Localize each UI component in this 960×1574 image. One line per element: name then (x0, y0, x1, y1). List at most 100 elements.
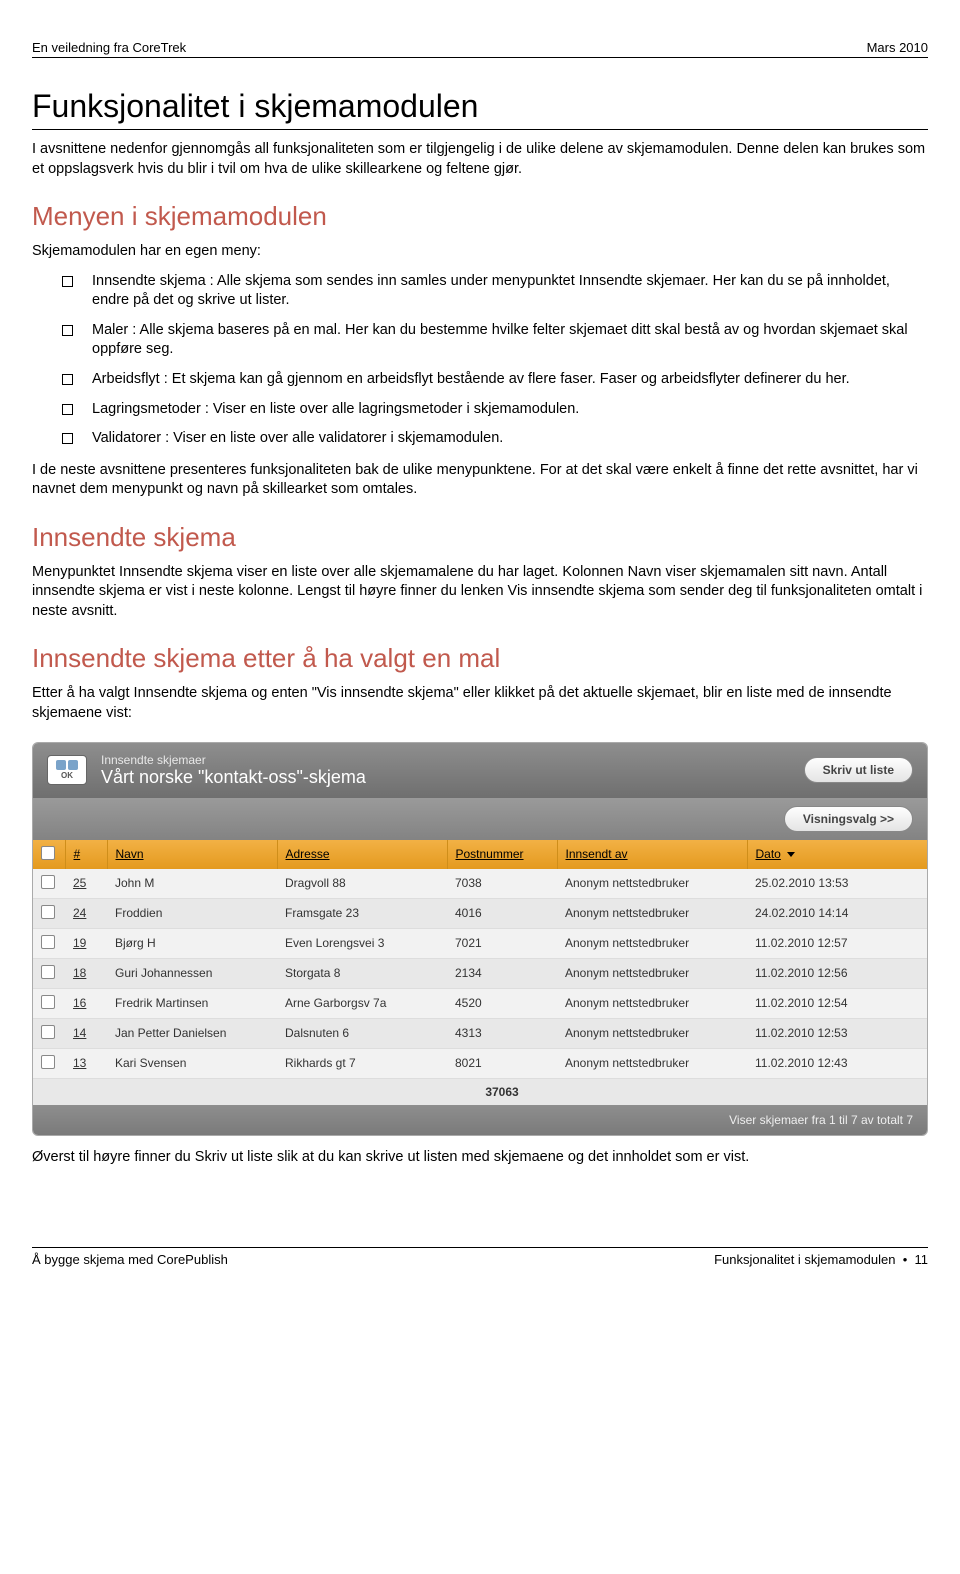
row-date: 24.02.2010 14:14 (747, 898, 927, 928)
menu-bullets: Innsendte skjema : Alle skjema som sende… (32, 272, 928, 449)
panel-body: # Navn Adresse Postnummer Innsendt av Da… (33, 840, 927, 1105)
innsendte-paragraph: Menypunktet Innsendte skjema viser en li… (32, 563, 928, 622)
closing-paragraph: Øverst til høyre finner du Skriv ut list… (32, 1148, 928, 1168)
checkbox-icon[interactable] (41, 846, 55, 860)
table-head-row: # Navn Adresse Postnummer Innsendt av Da… (33, 840, 927, 869)
row-sentby: Anonym nettstedbruker (557, 898, 747, 928)
bullet-item: Innsendte skjema : Alle skjema som sende… (62, 272, 928, 311)
row-date: 25.02.2010 13:53 (747, 869, 927, 899)
row-address: Framsgate 23 (277, 898, 447, 928)
row-num-link[interactable]: 14 (73, 1026, 86, 1040)
row-checkbox[interactable] (41, 1025, 55, 1039)
row-name: Fredrik Martinsen (107, 988, 277, 1018)
header-right: Mars 2010 (867, 40, 928, 55)
panel-footer-status: Viser skjemaer fra 1 til 7 av totalt 7 (33, 1105, 927, 1135)
row-num-link[interactable]: 16 (73, 996, 86, 1010)
row-date: 11.02.2010 12:56 (747, 958, 927, 988)
etter-mal-paragraph: Etter å ha valgt Innsendte skjema og ent… (32, 684, 928, 723)
row-postcode: 4313 (447, 1018, 557, 1048)
panel-toolbar: Visningsvalg >> (33, 798, 927, 840)
panel-title: Vårt norske "kontakt-oss"-skjema (101, 767, 790, 788)
row-num-link[interactable]: 19 (73, 936, 86, 950)
col-name[interactable]: Navn (107, 840, 277, 869)
panel-header: OK Innsendte skjemaer Vårt norske "konta… (33, 743, 927, 798)
row-checkbox[interactable] (41, 905, 55, 919)
row-sentby: Anonym nettstedbruker (557, 869, 747, 899)
row-date: 11.02.2010 12:53 (747, 1018, 927, 1048)
row-date: 11.02.2010 12:54 (747, 988, 927, 1018)
section-heading-menu: Menyen i skjemamodulen (32, 201, 928, 232)
bullet-item: Lagringsmetoder : Viser en liste over al… (62, 400, 928, 420)
row-address: Even Lorengsvei 3 (277, 928, 447, 958)
page-title: Funksjonalitet i skjemamodulen (32, 88, 928, 125)
row-name: Kari Svensen (107, 1048, 277, 1078)
table-row[interactable]: 16 Fredrik MartinsenArne Garborgsv 7a4520… (33, 988, 927, 1018)
row-checkbox[interactable] (41, 935, 55, 949)
row-postcode: 8021 (447, 1048, 557, 1078)
row-address: Rikhards gt 7 (277, 1048, 447, 1078)
col-num[interactable]: # (65, 840, 107, 869)
footer-right: Funksjonalitet i skjemamodulen • 11 (714, 1252, 928, 1267)
header-left: En veiledning fra CoreTrek (32, 40, 186, 55)
row-address: Storgata 8 (277, 958, 447, 988)
row-postcode: 7021 (447, 928, 557, 958)
row-num-link[interactable]: 18 (73, 966, 86, 980)
table-foot-row: 37063 (33, 1078, 927, 1105)
row-num-link[interactable]: 24 (73, 906, 86, 920)
print-list-button[interactable]: Skriv ut liste (804, 757, 913, 783)
bullet-item: Maler : Alle skjema baseres på en mal. H… (62, 321, 928, 360)
table-row[interactable]: 24 FroddienFramsgate 234016Anonym nettste… (33, 898, 927, 928)
row-date: 11.02.2010 12:43 (747, 1048, 927, 1078)
row-sentby: Anonym nettstedbruker (557, 1018, 747, 1048)
row-postcode: 4016 (447, 898, 557, 928)
row-sentby: Anonym nettstedbruker (557, 988, 747, 1018)
view-options-button[interactable]: Visningsvalg >> (784, 806, 913, 832)
col-address[interactable]: Adresse (277, 840, 447, 869)
row-name: Bjørg H (107, 928, 277, 958)
footer-sum: 37063 (447, 1078, 557, 1105)
page-footer: Å bygge skjema med CorePublish Funksjona… (32, 1247, 928, 1267)
row-address: Dalsnuten 6 (277, 1018, 447, 1048)
table-row[interactable]: 19 Bjørg HEven Lorengsvei 37021Anonym net… (33, 928, 927, 958)
bullet-item: Arbeidsflyt : Et skjema kan gå gjennom e… (62, 370, 928, 390)
bullet-item: Validatorer : Viser en liste over alle v… (62, 429, 928, 449)
row-postcode: 7038 (447, 869, 557, 899)
col-sentby[interactable]: Innsendt av (557, 840, 747, 869)
table-row[interactable]: 13 Kari SvensenRikhards gt 78021Anonym ne… (33, 1048, 927, 1078)
row-postcode: 2134 (447, 958, 557, 988)
col-checkbox[interactable] (33, 840, 65, 869)
ok-icon[interactable]: OK (47, 755, 87, 785)
footer-left: Å bygge skjema med CorePublish (32, 1252, 228, 1267)
row-postcode: 4520 (447, 988, 557, 1018)
table-row[interactable]: 18 Guri JohannessenStorgata 82134Anonym n… (33, 958, 927, 988)
page-header: En veiledning fra CoreTrek Mars 2010 (32, 40, 928, 58)
row-sentby: Anonym nettstedbruker (557, 958, 747, 988)
row-num-link[interactable]: 13 (73, 1056, 86, 1070)
row-name: Guri Johannessen (107, 958, 277, 988)
row-name: Froddien (107, 898, 277, 928)
section-heading-innsendte: Innsendte skjema (32, 522, 928, 553)
table-row[interactable]: 25John MDragvoll 887038Anonym nettstedbr… (33, 869, 927, 899)
row-address: Arne Garborgsv 7a (277, 988, 447, 1018)
row-sentby: Anonym nettstedbruker (557, 928, 747, 958)
panel-titles: Innsendte skjemaer Vårt norske "kontakt-… (101, 753, 790, 788)
row-sentby: Anonym nettstedbruker (557, 1048, 747, 1078)
results-table: # Navn Adresse Postnummer Innsendt av Da… (33, 840, 927, 1105)
intro-paragraph: I avsnittene nedenfor gjennomgås all fun… (32, 140, 928, 179)
row-checkbox[interactable] (41, 995, 55, 1009)
menu-outro: I de neste avsnittene presenteres funksj… (32, 461, 928, 500)
row-date: 11.02.2010 12:57 (747, 928, 927, 958)
row-address: Dragvoll 88 (277, 869, 447, 899)
row-checkbox[interactable] (41, 965, 55, 979)
screenshot-panel: OK Innsendte skjemaer Vårt norske "konta… (32, 742, 928, 1136)
row-num-link[interactable]: 25 (73, 876, 86, 890)
col-postcode[interactable]: Postnummer (447, 840, 557, 869)
row-name: Jan Petter Danielsen (107, 1018, 277, 1048)
col-date[interactable]: Dato (747, 840, 927, 869)
panel-breadcrumb: Innsendte skjemaer (101, 753, 790, 767)
menu-intro: Skjemamodulen har en egen meny: (32, 242, 928, 262)
row-checkbox[interactable] (41, 875, 55, 889)
section-heading-etter-mal: Innsendte skjema etter å ha valgt en mal (32, 643, 928, 674)
table-row[interactable]: 14 Jan Petter DanielsenDalsnuten 64313Ano… (33, 1018, 927, 1048)
row-checkbox[interactable] (41, 1055, 55, 1069)
